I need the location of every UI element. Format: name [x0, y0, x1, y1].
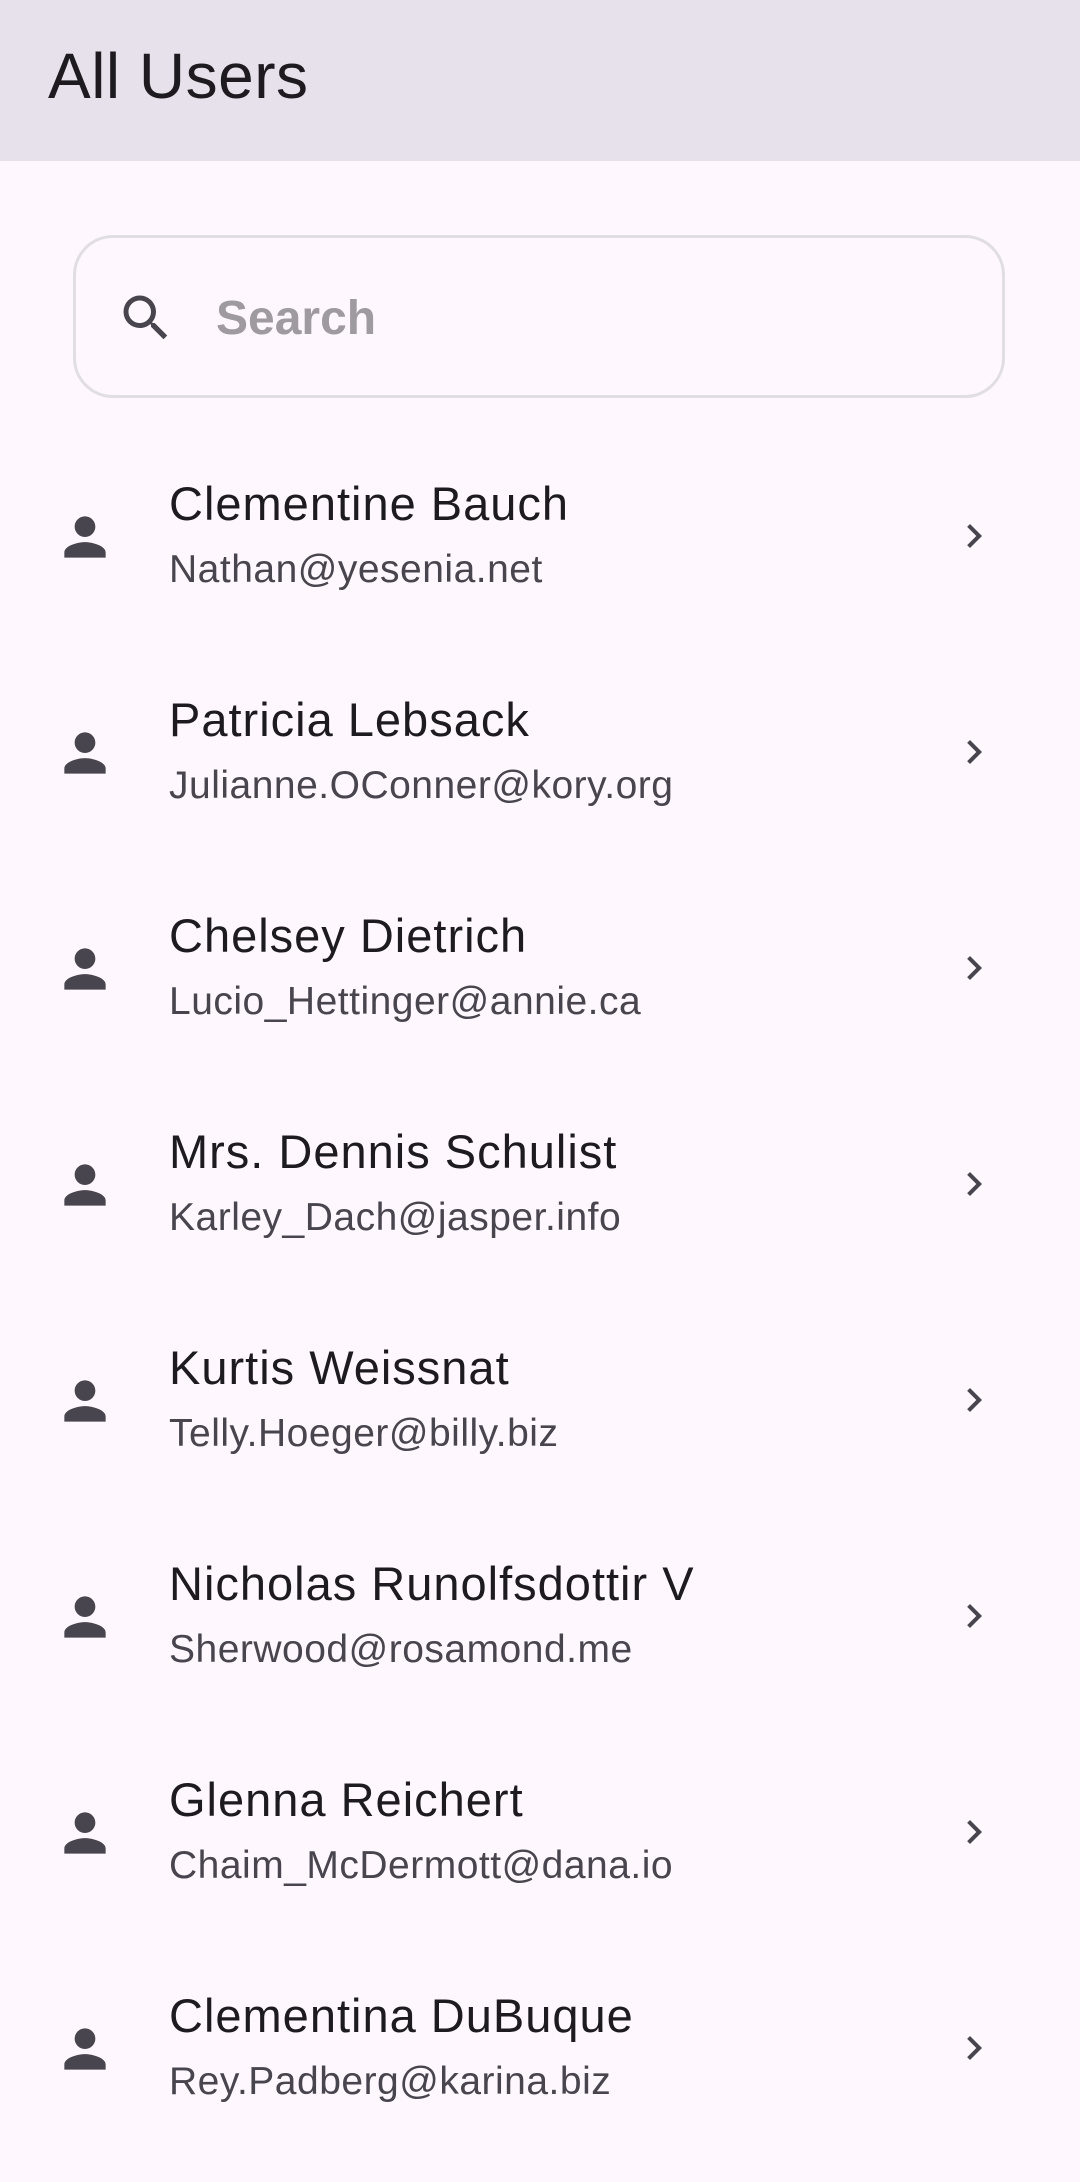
user-name: Chelsey Dietrich [169, 909, 528, 962]
user-list-item[interactable]: Patricia Lebsack Julianne.OConner@kory.o… [0, 670, 1080, 886]
person-icon [64, 1164, 106, 1206]
chevron-right-icon [967, 524, 982, 548]
user-list: Clementine Bauch Nathan@yesenia.net Patr… [0, 454, 1080, 2182]
user-list-item[interactable]: Glenna Reichert Chaim_McDermott@dana.io [0, 1750, 1080, 1966]
user-list-item[interactable]: Clementine Bauch Nathan@yesenia.net [0, 454, 1080, 670]
user-email: Lucio_Hettinger@annie.ca [169, 980, 642, 1023]
chevron-right-icon [967, 1172, 982, 1196]
search-icon [123, 295, 168, 340]
user-email: Rey.Padberg@karina.biz [169, 2060, 612, 2103]
app-bar: All Users [0, 0, 1080, 161]
user-email: Nathan@yesenia.net [169, 548, 543, 591]
user-email: Telly.Hoeger@billy.biz [169, 1412, 559, 1455]
person-icon [64, 1812, 106, 1854]
chevron-right-icon [967, 2036, 982, 2060]
chevron-right-icon [967, 740, 982, 764]
chevron-right-icon [967, 1820, 982, 1844]
user-email: Sherwood@rosamond.me [169, 1628, 633, 1671]
person-icon [64, 948, 106, 990]
person-icon [64, 516, 106, 558]
user-list-item[interactable]: Mrs. Dennis Schulist Karley_Dach@jasper.… [0, 1102, 1080, 1318]
person-icon [64, 732, 106, 774]
user-list-item[interactable]: Clementina DuBuque Rey.Padberg@karina.bi… [0, 1966, 1080, 2182]
person-icon [64, 1596, 106, 1638]
page-title: All Users [48, 40, 309, 112]
user-list-item[interactable]: Chelsey Dietrich Lucio_Hettinger@annie.c… [0, 886, 1080, 1102]
user-list-item[interactable]: Nicholas Runolfsdottir V Sherwood@rosamo… [0, 1534, 1080, 1750]
search-box[interactable] [73, 235, 1005, 398]
user-name: Nicholas Runolfsdottir V [169, 1557, 695, 1610]
user-name: Clementina DuBuque [169, 1989, 634, 2042]
user-name: Clementine Bauch [169, 477, 570, 530]
person-icon [64, 2028, 106, 2070]
user-name: Glenna Reichert [169, 1773, 524, 1826]
user-name: Kurtis Weissnat [169, 1341, 510, 1394]
search-input[interactable] [216, 273, 956, 363]
user-email: Karley_Dach@jasper.info [169, 1196, 622, 1239]
user-email: Chaim_McDermott@dana.io [169, 1844, 674, 1887]
person-icon [64, 1380, 106, 1422]
user-list-item[interactable]: Kurtis Weissnat Telly.Hoeger@billy.biz [0, 1318, 1080, 1534]
user-name: Patricia Lebsack [169, 693, 530, 746]
chevron-right-icon [967, 1604, 982, 1628]
chevron-right-icon [967, 956, 982, 980]
user-email: Julianne.OConner@kory.org [169, 764, 674, 807]
chevron-right-icon [967, 1388, 982, 1412]
user-name: Mrs. Dennis Schulist [169, 1125, 618, 1178]
